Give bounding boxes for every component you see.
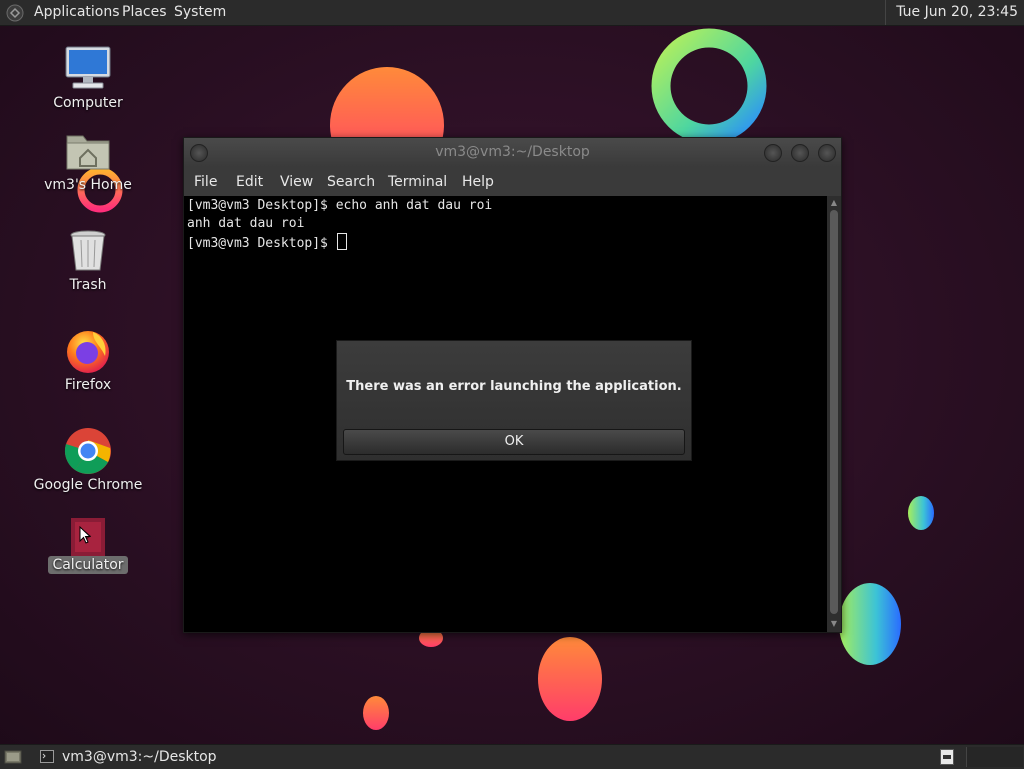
workspace-area[interactable]: [966, 747, 1023, 767]
menu-applications[interactable]: Applications: [34, 0, 120, 25]
taskbar-item-terminal[interactable]: vm3@vm3:~/Desktop: [62, 745, 217, 769]
window-titlebar[interactable]: vm3@vm3:~/Desktop: [184, 138, 841, 167]
menu-file[interactable]: File: [194, 168, 217, 196]
minimize-button[interactable]: [764, 144, 782, 162]
text-cursor: [336, 233, 347, 250]
terminal-task-icon: [40, 750, 54, 763]
menu-edit[interactable]: Edit: [236, 168, 263, 196]
bottom-panel: vm3@vm3:~/Desktop: [0, 744, 1024, 769]
desktop-icon-label: Google Chrome: [33, 477, 143, 493]
trash-icon: [70, 230, 106, 271]
terminal-prompt-line: [vm3@vm3 Desktop]$: [187, 233, 347, 251]
desktop-icon-label: Trash: [69, 277, 107, 293]
scroll-down-arrow-icon[interactable]: ▼: [830, 620, 838, 628]
desktop-icon-chrome[interactable]: Google Chrome: [28, 426, 148, 494]
firefox-icon: [67, 331, 109, 373]
close-button[interactable]: [818, 144, 836, 162]
computer-icon: [65, 46, 111, 89]
terminal-prompt: [vm3@vm3 Desktop]$: [187, 236, 336, 251]
terminal-menubar: File Edit View Search Terminal Help: [184, 168, 841, 196]
scroll-thumb[interactable]: [830, 210, 838, 614]
menu-system[interactable]: System: [174, 0, 226, 25]
menu-places[interactable]: Places: [122, 0, 167, 25]
ok-button[interactable]: OK: [343, 429, 685, 455]
desktop-icon-computer[interactable]: Computer: [28, 44, 148, 112]
scroll-up-arrow-icon[interactable]: ▲: [830, 199, 838, 207]
home-folder-icon: [66, 135, 110, 170]
maximize-button[interactable]: [791, 144, 809, 162]
desktop-icon-label: vm3's Home: [44, 177, 132, 193]
top-panel: Applications Places System Tue Jun 20, 2…: [0, 0, 1024, 26]
error-dialog: There was an error launching the applica…: [336, 340, 692, 461]
desktop-icon-label: Computer: [53, 95, 123, 111]
clock[interactable]: Tue Jun 20, 23:45: [885, 0, 1018, 25]
menu-view[interactable]: View: [280, 168, 313, 196]
dialog-message: There was an error launching the applica…: [346, 379, 682, 394]
menu-help[interactable]: Help: [462, 168, 494, 196]
desktop-icon-home[interactable]: vm3's Home: [28, 126, 148, 194]
terminal-line: anh dat dau roi: [187, 216, 305, 231]
workspace-switcher-icon[interactable]: [940, 749, 954, 765]
menu-search[interactable]: Search: [327, 168, 375, 196]
desktop-icon-label: Calculator: [48, 556, 128, 574]
desktop-icon-trash[interactable]: Trash: [28, 226, 148, 294]
desktop-icon-firefox[interactable]: Firefox: [28, 326, 148, 394]
window-title: vm3@vm3:~/Desktop: [435, 144, 590, 160]
mouse-pointer-icon: [79, 526, 91, 544]
menu-terminal[interactable]: Terminal: [388, 168, 447, 196]
chrome-icon: [64, 428, 111, 474]
desktop-icon-label: Firefox: [64, 377, 112, 393]
terminal-scrollbar[interactable]: ▲ ▼: [827, 196, 841, 632]
terminal-line: [vm3@vm3 Desktop]$ echo anh dat dau roi: [187, 198, 493, 213]
show-desktop-icon[interactable]: [4, 749, 22, 765]
distro-logo-icon[interactable]: [6, 4, 24, 22]
